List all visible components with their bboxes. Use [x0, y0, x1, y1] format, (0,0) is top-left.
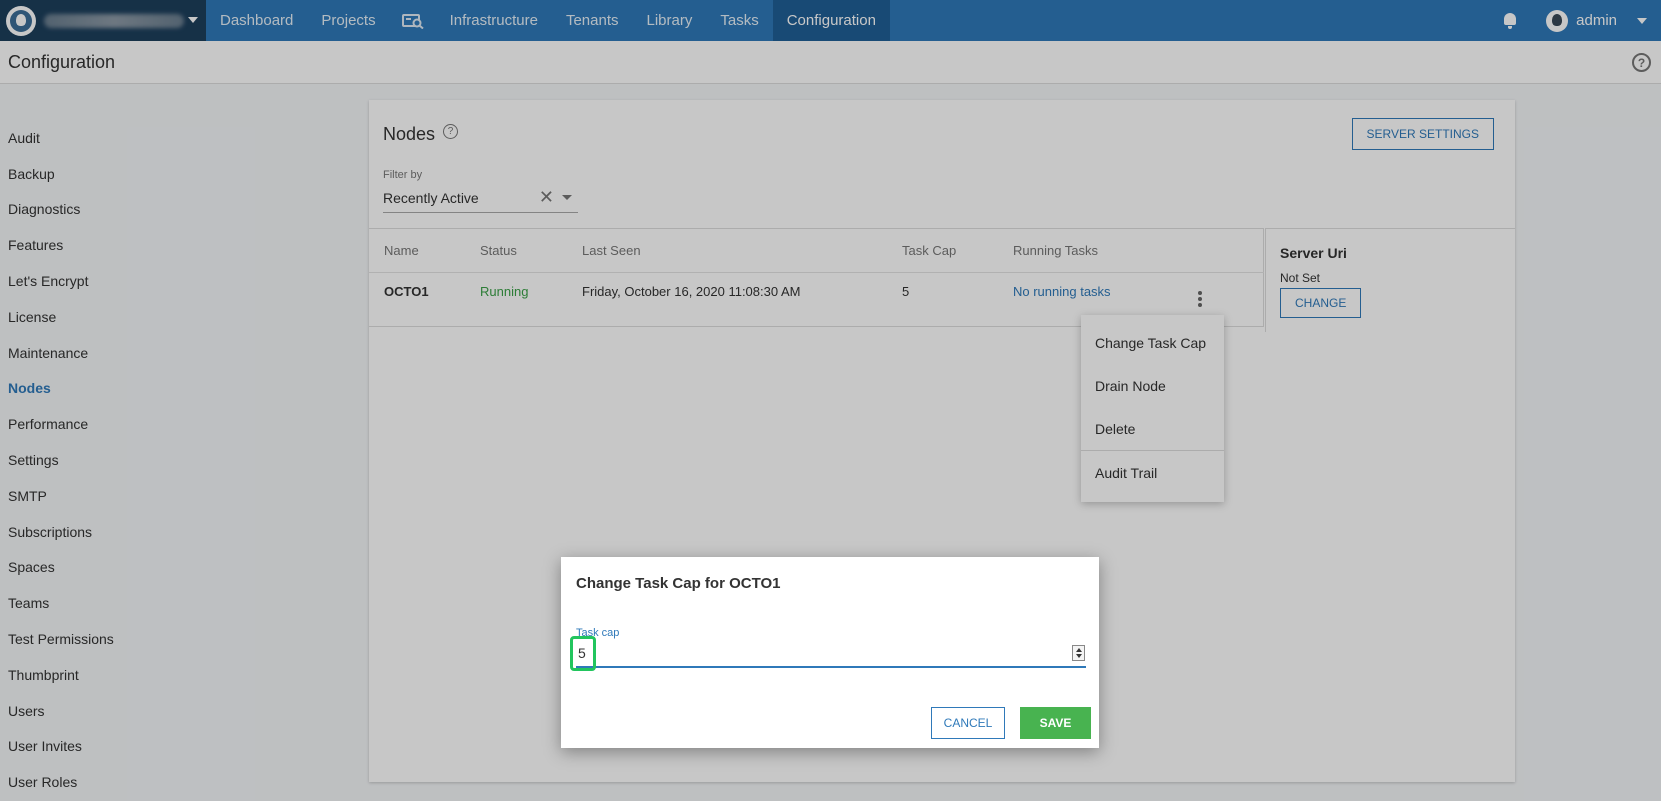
task-cap-field: [570, 636, 1086, 671]
dialog-title: Change Task Cap for OCTO1: [576, 575, 781, 592]
spinner-down-icon[interactable]: [1076, 654, 1082, 658]
input-highlight: [570, 636, 596, 671]
task-cap-input[interactable]: [576, 640, 1056, 666]
cancel-button[interactable]: CANCEL: [931, 707, 1005, 739]
spinner-up-icon[interactable]: [1076, 648, 1082, 652]
number-spinner[interactable]: [1072, 645, 1085, 661]
change-task-cap-dialog: Change Task Cap for OCTO1 Task cap CANCE…: [561, 557, 1099, 748]
save-button[interactable]: SAVE: [1020, 707, 1091, 739]
